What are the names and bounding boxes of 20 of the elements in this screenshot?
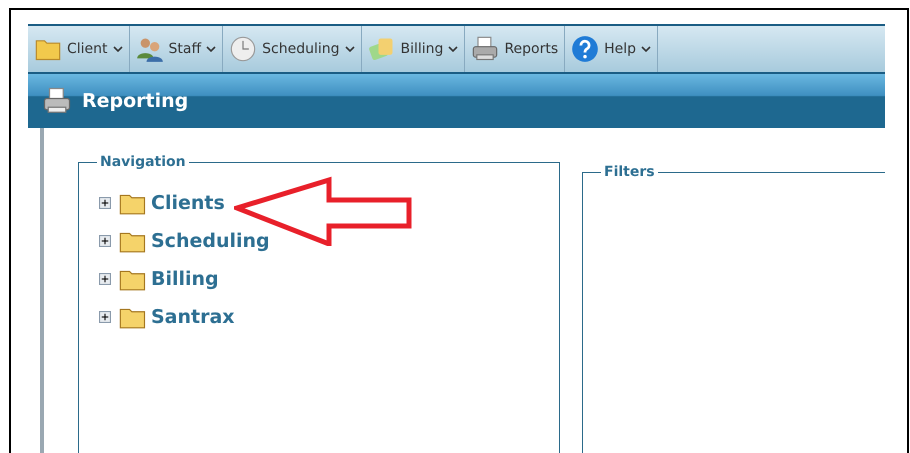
clock-icon [229,35,258,63]
expand-toggle-icon[interactable] [99,273,111,285]
expand-toggle-icon[interactable] [99,197,111,209]
tree-item[interactable]: Santrax [151,306,235,328]
expand-toggle-icon[interactable] [99,311,111,323]
caret-icon [206,46,216,52]
filters-legend: Filters [601,164,658,180]
navigation-legend: Navigation [97,154,189,170]
expand-toggle-icon[interactable] [99,235,111,247]
tree-item[interactable]: Billing [151,268,219,290]
tree-item[interactable]: Scheduling [151,230,270,252]
printer-icon [471,35,500,63]
caret-icon [641,46,652,52]
printer-icon [42,86,72,116]
caret-icon [344,46,355,52]
caret-icon [112,46,123,52]
page-title: Reporting [82,90,188,112]
help-icon [571,35,600,63]
tree-item[interactable]: Clients [151,192,225,214]
caret-icon [448,46,458,52]
